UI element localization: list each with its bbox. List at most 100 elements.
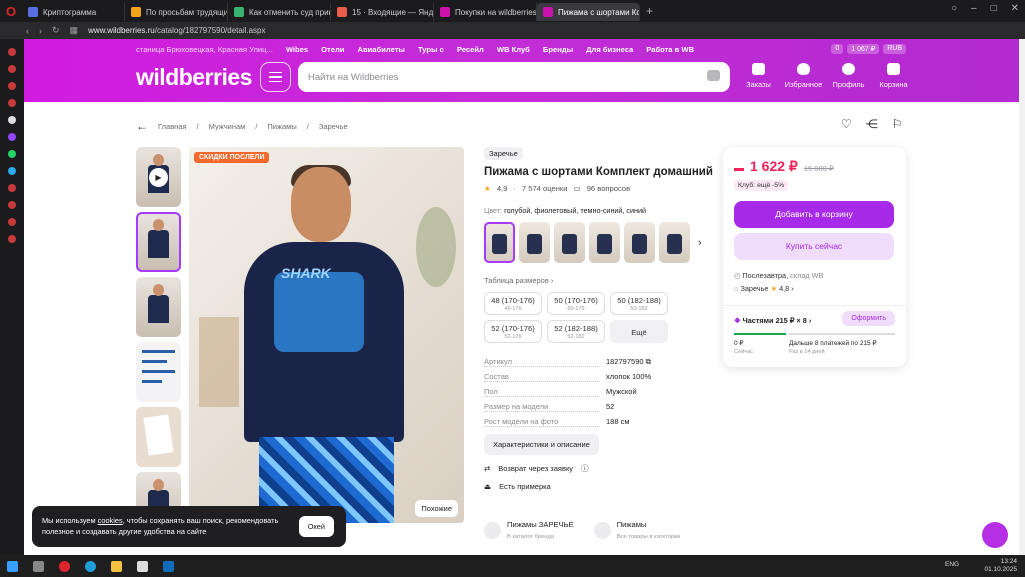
- size-option[interactable]: 52 (182-188) 52-182: [547, 320, 605, 343]
- cookie-ok-button[interactable]: Окей: [298, 516, 334, 537]
- url-field[interactable]: www.wildberries.ru/catalog/182797590/det…: [88, 26, 265, 35]
- report-icon[interactable]: ⚐: [892, 117, 903, 131]
- browser-tab-active[interactable]: Пижама с шортами Ком: [537, 3, 640, 21]
- opera-logo-icon[interactable]: O: [0, 0, 22, 22]
- installments-title[interactable]: ❖ Частями 215 ₽ × 8 ›: [734, 316, 811, 325]
- size-option[interactable]: 52 (170-176) 52-176: [484, 320, 542, 343]
- whatsapp-icon[interactable]: [8, 150, 16, 158]
- browser-tab[interactable]: По просьбам трудящих: [125, 3, 228, 21]
- more-sizes-button[interactable]: Ещё: [610, 320, 668, 343]
- seller-link[interactable]: Заречье: [740, 284, 768, 293]
- maximize-icon[interactable]: □: [991, 3, 997, 14]
- club-discount-badge[interactable]: Клуб: ещё -5%: [734, 180, 789, 191]
- header-link[interactable]: Работа в WB: [646, 45, 694, 54]
- color-swatch[interactable]: [624, 222, 655, 263]
- header-link[interactable]: WB Клуб: [497, 45, 530, 54]
- minimize-icon[interactable]: –: [971, 3, 977, 14]
- breadcrumb-item[interactable]: Заречье: [319, 122, 348, 131]
- language-indicator[interactable]: ENG: [945, 561, 959, 568]
- header-link[interactable]: Для бизнеса: [586, 45, 633, 54]
- color-swatch[interactable]: [519, 222, 550, 263]
- nav-profile[interactable]: Профиль: [826, 63, 871, 89]
- chevron-right-icon[interactable]: ›: [698, 237, 702, 249]
- color-swatch[interactable]: [484, 222, 515, 263]
- sidebar-app-icon[interactable]: [8, 184, 16, 192]
- windows-start-icon[interactable]: [7, 560, 18, 572]
- header-link[interactable]: Wibes: [286, 45, 308, 54]
- thumbnail-size-chart[interactable]: [136, 342, 181, 402]
- nav-cart[interactable]: Корзина: [871, 63, 916, 89]
- favorite-heart-icon[interactable]: ♡: [841, 117, 852, 131]
- thumbnail-image[interactable]: [136, 277, 181, 337]
- back-arrow-icon[interactable]: ←: [136, 119, 148, 133]
- sidebar-app-icon[interactable]: [8, 65, 16, 73]
- sidebar-app-icon[interactable]: [8, 48, 16, 56]
- copy-icon[interactable]: ⧉: [646, 357, 651, 367]
- nav-orders[interactable]: Заказы: [736, 63, 781, 89]
- checkout-installment-button[interactable]: Оформить: [842, 311, 895, 326]
- color-swatch[interactable]: [589, 222, 620, 263]
- breadcrumb-item[interactable]: Пижамы: [267, 122, 296, 131]
- thumbnail-image[interactable]: [136, 407, 181, 467]
- back-icon[interactable]: ‹: [26, 26, 29, 36]
- thumbnail-video[interactable]: ▶: [136, 147, 181, 207]
- chat-icon[interactable]: [982, 522, 1008, 548]
- header-link[interactable]: Ресейл: [457, 45, 484, 54]
- size-option[interactable]: 50 (182-188) 50-182: [610, 292, 668, 315]
- size-table-link[interactable]: Таблица размеров ›: [484, 276, 714, 285]
- sidebar-app-icon[interactable]: [8, 235, 16, 243]
- close-icon[interactable]: ✕: [1011, 3, 1019, 14]
- telegram-icon[interactable]: [8, 167, 16, 175]
- sidebar-app-icon[interactable]: [8, 99, 16, 107]
- new-tab-button[interactable]: +: [640, 4, 659, 18]
- scrollbar[interactable]: [1019, 39, 1025, 555]
- store-icon[interactable]: [137, 560, 148, 572]
- twitch-icon[interactable]: [8, 133, 16, 141]
- sidebar-app-icon[interactable]: [8, 82, 16, 90]
- info-icon[interactable]: ⓘ: [581, 463, 589, 474]
- sidebar-app-icon[interactable]: [8, 201, 16, 209]
- wildberries-logo[interactable]: wildberries: [136, 64, 252, 91]
- characteristics-button[interactable]: Характеристики и описание: [484, 434, 599, 455]
- nav-favorites[interactable]: Избранное: [781, 63, 826, 89]
- breadcrumb-item[interactable]: Мужчинам: [209, 122, 246, 131]
- buy-now-button[interactable]: Купить сейчас: [734, 233, 894, 260]
- similar-button[interactable]: Похожие: [415, 500, 458, 517]
- add-to-cart-button[interactable]: Добавить в корзину: [734, 201, 894, 228]
- size-option[interactable]: 50 (170-176) 50-176: [547, 292, 605, 315]
- reviews-link[interactable]: 7 574 оценки: [522, 184, 568, 193]
- browser-tab[interactable]: Криптограмма: [22, 3, 125, 21]
- wallet-balance[interactable]: 0 1 067 ₽ RUB: [831, 44, 906, 54]
- speed-dial-icon[interactable]: ▦: [70, 25, 79, 36]
- search-tabs-icon[interactable]: ○: [951, 3, 957, 14]
- task-view-icon[interactable]: [33, 560, 44, 572]
- forward-icon[interactable]: ›: [39, 26, 42, 36]
- reload-icon[interactable]: ↻: [52, 25, 60, 36]
- header-link[interactable]: Авиабилеты: [357, 45, 404, 54]
- browser-tab[interactable]: 15 · Входящие — Яндекс: [331, 3, 434, 21]
- menu-button[interactable]: [260, 62, 291, 92]
- camera-search-icon[interactable]: [707, 70, 720, 81]
- sidebar-app-icon[interactable]: [8, 116, 16, 124]
- opera-taskbar-icon[interactable]: [59, 560, 70, 572]
- color-swatch[interactable]: [659, 222, 690, 263]
- share-icon[interactable]: ⋲: [866, 117, 878, 131]
- header-link[interactable]: Туры с: [418, 45, 444, 54]
- category-card[interactable]: Пижамы Все товары в категории: [593, 520, 681, 541]
- questions-link[interactable]: 96 вопросов: [587, 184, 630, 193]
- main-product-photo[interactable]: SHARK СКИДКИ ПОСЛЕЛИ Похожие: [189, 147, 464, 523]
- brand-tag[interactable]: Заречье: [484, 147, 523, 160]
- size-option[interactable]: 48 (170-176) 46-176: [484, 292, 542, 315]
- return-info[interactable]: ⇄ Возврат через заявку ⓘ: [484, 463, 714, 474]
- edge-icon[interactable]: [85, 560, 96, 572]
- header-link[interactable]: Отели: [321, 45, 344, 54]
- browser-tab[interactable]: Покупки на wildberries.r: [434, 3, 537, 21]
- folder-icon[interactable]: [111, 560, 122, 572]
- brand-card[interactable]: Пижамы ЗАРЕЧЬЕ В каталог бренда: [484, 520, 574, 541]
- clock[interactable]: 13:24 01.10.2025: [984, 558, 1017, 574]
- color-swatch[interactable]: [554, 222, 585, 263]
- sidebar-app-icon[interactable]: [8, 218, 16, 226]
- location-link[interactable]: станица Брюховецкая, Красная Улиц...: [136, 45, 273, 54]
- cookies-link[interactable]: cookies: [98, 516, 123, 525]
- breadcrumb-item[interactable]: Главная: [158, 122, 187, 131]
